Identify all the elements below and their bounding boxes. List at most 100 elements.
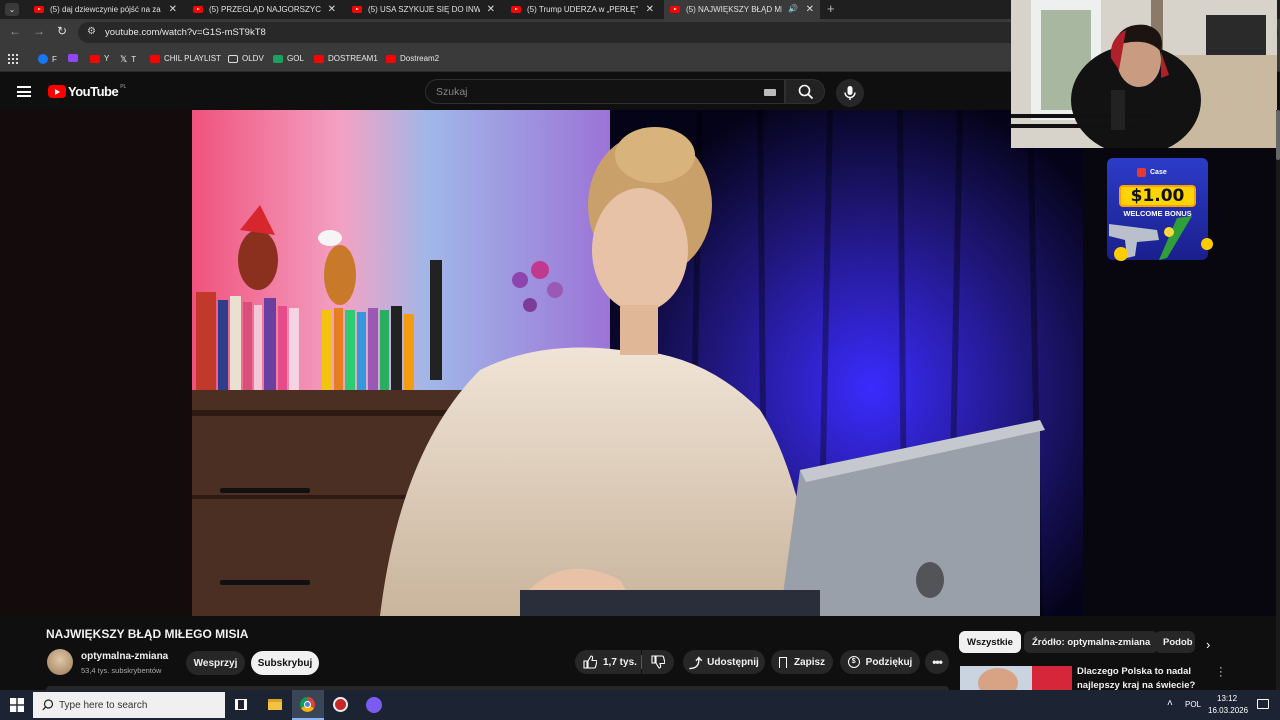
tab-title: (5) PRZEGLĄD NAJGORSZYCH	[209, 5, 321, 14]
recommended-thumbnail[interactable]	[960, 666, 1072, 690]
file-explorer-icon[interactable]	[268, 699, 282, 710]
app-icon-discord[interactable]	[366, 697, 382, 713]
search-input[interactable]: Szukaj	[425, 79, 785, 104]
voice-search-button[interactable]	[836, 79, 864, 107]
save-button[interactable]: Zapisz	[771, 650, 833, 674]
ad-brand-text: Case	[1150, 169, 1167, 176]
chip-similar[interactable]: Podob	[1155, 631, 1195, 653]
like-count: 1,7 tys.	[603, 656, 637, 668]
tab-title: (5) USA SZYKUJE SIĘ DO INWA	[368, 5, 480, 14]
bookmark-twitch[interactable]	[68, 54, 82, 62]
app-icon-circle[interactable]	[333, 697, 348, 712]
bookmark-label: DOSTREAM1	[328, 54, 378, 63]
ad-weapons-image	[1109, 216, 1213, 261]
subscriber-count: 53,4 tys. subskrybentów	[81, 666, 162, 675]
bookmark-youtube[interactable]: Y	[90, 54, 109, 63]
channel-avatar[interactable]	[47, 649, 73, 675]
back-icon[interactable]: ←	[9, 24, 21, 38]
browser-tab[interactable]: (5) Trump UDERZA w „PERŁĘ” I ✕	[505, 0, 660, 19]
share-button[interactable]: ⤴ Udostępnij	[683, 650, 765, 674]
youtube-icon	[150, 54, 160, 63]
x-logo-icon: 𝕏	[120, 54, 128, 64]
youtube-favicon-icon	[34, 6, 44, 13]
menu-hamburger-icon[interactable]	[17, 86, 31, 97]
more-horizontal-icon: •••	[932, 655, 943, 669]
support-button[interactable]: Wesprzyj	[186, 651, 245, 675]
chip-label: Podob	[1163, 636, 1193, 648]
tab-list-dropdown-icon[interactable]: ⌄	[5, 3, 19, 16]
recommended-title-line1[interactable]: Dlaczego Polska to nadal	[1077, 666, 1191, 677]
subscribe-button[interactable]: Subskrybuj	[251, 651, 319, 675]
page-scrollbar[interactable]	[1276, 110, 1280, 690]
site-settings-icon[interactable]: ⚙	[87, 26, 96, 37]
thumbs-up-icon	[583, 655, 597, 669]
more-vertical-icon[interactable]: · · ·	[1219, 663, 1223, 682]
browser-tab-active[interactable]: (5) NAJWIĘKSZY BŁĄD MIŁE 🔊 ✕	[664, 0, 820, 19]
tab-title: (5) NAJWIĘKSZY BŁĄD MIŁE	[686, 5, 782, 14]
tab-close-icon[interactable]: ✕	[169, 4, 177, 15]
bookmark-label: CHIL PLAYLIST	[164, 54, 221, 63]
browser-tab[interactable]: (5) daj dziewczynie pójść na za ✕	[28, 0, 183, 19]
bookmark-gol[interactable]: GOL	[273, 54, 304, 63]
youtube-icon	[314, 54, 324, 63]
windows-start-icon[interactable]	[10, 698, 24, 712]
chip-label: Wszystkie	[967, 636, 1013, 648]
region-code: PL	[120, 83, 127, 90]
chip-all[interactable]: Wszystkie	[959, 631, 1021, 653]
casino-ad-overlay[interactable]: Case $1.00 WELCOME BONUS	[1107, 158, 1213, 261]
channel-name[interactable]: optymalna-zmiana	[81, 651, 168, 662]
video-info-section: NAJWIĘKSZY BŁĄD MIŁEGO MISIA optymalna-z…	[0, 616, 1280, 691]
keyboard-icon[interactable]	[764, 89, 776, 96]
youtube-icon	[90, 54, 100, 63]
taskbar-search-box[interactable]: Type here to search	[33, 692, 225, 718]
super-thanks-icon: $	[847, 656, 860, 668]
ad-brand: Case	[1137, 168, 1167, 177]
gol-icon	[273, 54, 283, 63]
video-title: NAJWIĘKSZY BŁĄD MIŁEGO MISIA	[46, 627, 249, 641]
tab-close-icon[interactable]: ✕	[806, 4, 814, 15]
scrollbar-thumb[interactable]	[1276, 110, 1280, 160]
chip-label: Źródło: optymalna-zmiana	[1032, 636, 1151, 648]
youtube-favicon-icon	[193, 6, 203, 13]
chip-source[interactable]: Źródło: optymalna-zmiana	[1024, 631, 1159, 653]
bookmark-folder-oldv[interactable]: OLDV	[228, 54, 264, 63]
speaker-icon[interactable]: 🔊	[788, 4, 798, 13]
reload-icon[interactable]: ↻	[57, 24, 67, 38]
windows-taskbar: Type here to search ˄ POL 13:12 16.03.20…	[0, 690, 1280, 720]
thanks-label: Podziękuj	[865, 656, 913, 668]
browser-tab[interactable]: (5) PRZEGLĄD NAJGORSZYCH ✕	[187, 0, 342, 19]
video-player[interactable]	[0, 110, 1280, 616]
search-icon	[798, 84, 814, 100]
like-button[interactable]: 1,7 tys.	[575, 650, 641, 674]
system-tray-chevron-icon[interactable]: ˄	[1167, 698, 1173, 709]
search-button[interactable]	[785, 79, 825, 104]
tab-close-icon[interactable]: ✕	[487, 4, 495, 15]
thanks-button[interactable]: $ Podziękuj	[840, 650, 920, 674]
clock-date[interactable]: 16.03.2026	[1208, 706, 1248, 715]
browser-tab[interactable]: (5) USA SZYKUJE SIĘ DO INWA ✕	[346, 0, 501, 19]
tab-close-icon[interactable]: ✕	[328, 4, 336, 15]
task-view-icon[interactable]	[235, 699, 247, 710]
bookmark-dostream1[interactable]: DOSTREAM1	[314, 54, 378, 63]
share-icon: ⤴	[689, 655, 703, 671]
clock-time[interactable]: 13:12	[1217, 694, 1237, 703]
youtube-logo[interactable]: YouTube PL	[48, 84, 126, 99]
chrome-taskbar-button[interactable]	[292, 690, 324, 720]
bookmark-facebook[interactable]: F	[38, 54, 57, 64]
dislike-button[interactable]	[642, 650, 674, 674]
more-actions-button[interactable]: •••	[925, 650, 949, 674]
forward-icon[interactable]: →	[33, 24, 45, 38]
webcam-overlay	[1011, 0, 1277, 148]
language-indicator[interactable]: POL	[1185, 700, 1201, 709]
tab-title: (5) daj dziewczynie pójść na za	[50, 5, 161, 14]
new-tab-icon[interactable]: +	[827, 1, 835, 16]
tab-close-icon[interactable]: ✕	[646, 4, 654, 15]
bookmark-x[interactable]: 𝕏T	[120, 54, 136, 65]
apps-grid-icon[interactable]	[8, 54, 18, 64]
bookmark-label: GOL	[287, 54, 304, 63]
chevron-right-icon[interactable]: ›	[1206, 637, 1210, 652]
bookmark-chil-playlist[interactable]: CHIL PLAYLIST	[150, 54, 221, 63]
bookmark-dostream2[interactable]: Dostream2	[386, 54, 439, 63]
notification-icon[interactable]	[1257, 699, 1269, 709]
webcam-image	[1011, 0, 1277, 148]
